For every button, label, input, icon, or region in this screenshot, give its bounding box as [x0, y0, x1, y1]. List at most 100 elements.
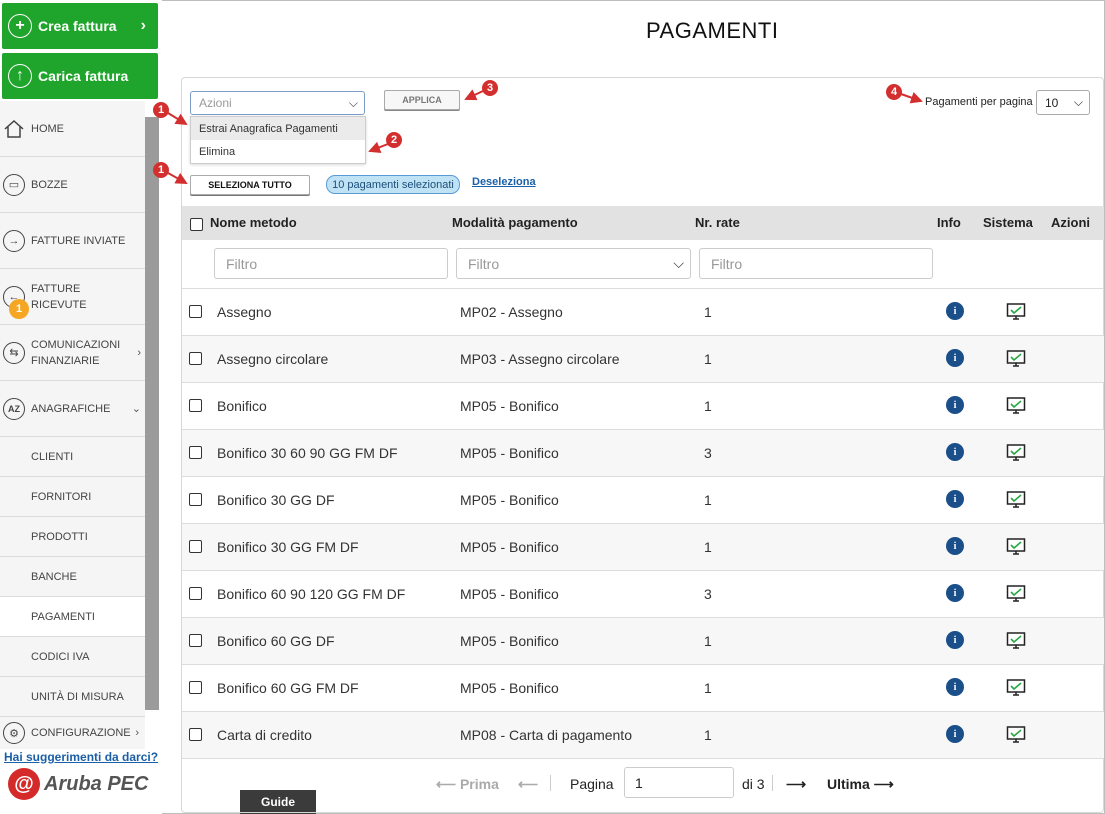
create-invoice-button[interactable]: + Crea fattura › [2, 3, 158, 49]
info-icon[interactable]: i [946, 537, 964, 555]
sidebar-item-label: CONFIGURAZIONE [31, 727, 131, 739]
callout-marker: 3 [482, 80, 498, 96]
name-filter-input[interactable]: Filtro [214, 248, 448, 279]
sidebar-item-drafts[interactable]: ▭ BOZZE [0, 157, 145, 213]
cell-name: Bonifico 60 GG DF [217, 633, 335, 649]
select-all-button[interactable]: SELEZIONA TUTTO [190, 175, 310, 195]
row-checkbox[interactable] [189, 728, 202, 741]
actions-select[interactable]: Azioni ⌵ [190, 91, 365, 115]
sidebar-item-registry[interactable]: AZ ANAGRAFICHE ⌄ [0, 381, 145, 437]
selected-count-badge: 10 pagamenti selezionati [326, 175, 460, 194]
cell-mode: MP08 - Carta di pagamento [460, 727, 632, 743]
sidebar-item-vat-codes[interactable]: CODICI IVA [0, 637, 145, 677]
sidebar-scrollbar[interactable] [145, 117, 159, 710]
per-page-value: 10 [1045, 95, 1059, 110]
table-row[interactable]: Bonifico 60 90 120 GG FM DF MP05 - Bonifi… [182, 571, 1104, 618]
row-checkbox[interactable] [189, 352, 202, 365]
info-icon[interactable]: i [946, 302, 964, 320]
upload-invoice-button[interactable]: ↑ Carica fattura [2, 53, 158, 99]
sidebar-item-label: FORNITORI [31, 490, 92, 503]
cell-mode: MP05 - Bonifico [460, 539, 559, 555]
next-page-button[interactable]: ⟶ [786, 776, 806, 793]
apply-button[interactable]: APPLICA [384, 90, 460, 110]
sidebar-item-home[interactable]: HOME [0, 101, 145, 157]
sidebar-item-sent-invoices[interactable]: → FATTURE INVIATE [0, 213, 145, 269]
page-total: di 3 [742, 776, 765, 792]
row-checkbox[interactable] [189, 587, 202, 600]
row-checkbox[interactable] [189, 305, 202, 318]
mode-filter-value: Filtro [468, 255, 500, 272]
info-icon[interactable]: i [946, 396, 964, 414]
deselect-link[interactable]: Deseleziona [472, 176, 536, 188]
per-page-label: Pagamenti per pagina [925, 96, 1033, 108]
table-row[interactable]: Bonifico 30 GG FM DF MP05 - Bonifico 1 i [182, 524, 1104, 571]
cell-name: Bonifico 30 GG DF [217, 492, 335, 508]
table-row[interactable]: Bonifico 30 GG DF MP05 - Bonifico 1 i [182, 477, 1104, 524]
column-header-name[interactable]: Nome metodo [210, 215, 297, 230]
row-checkbox[interactable] [189, 681, 202, 694]
pager-divider [772, 775, 773, 791]
info-icon[interactable]: i [946, 584, 964, 602]
sidebar-item-label: ANAGRAFICHE [31, 402, 111, 415]
cell-rates: 1 [704, 680, 712, 696]
callout-marker: 1 [153, 162, 169, 178]
last-page-button[interactable]: Ultima ⟶ [827, 776, 894, 793]
cell-name: Bonifico [217, 398, 267, 414]
info-icon[interactable]: i [946, 725, 964, 743]
mode-filter-select[interactable]: Filtro ⌵ [456, 248, 691, 279]
sidebar-item-suppliers[interactable]: FORNITORI [0, 477, 145, 517]
column-header-mode[interactable]: Modalità pagamento [452, 215, 578, 230]
info-icon[interactable]: i [946, 678, 964, 696]
row-checkbox[interactable] [189, 399, 202, 412]
info-icon[interactable]: i [946, 490, 964, 508]
cell-name: Bonifico 30 60 90 GG FM DF [217, 445, 398, 461]
table-row[interactable]: Bonifico 30 60 90 GG FM DF MP05 - Bonific… [182, 430, 1104, 477]
sidebar-item-banks[interactable]: BANCHE [0, 557, 145, 597]
table-row[interactable]: Bonifico 60 GG DF MP05 - Bonifico 1 i [182, 618, 1104, 665]
actions-select-value: Azioni [199, 96, 232, 110]
cell-rates: 1 [704, 727, 712, 743]
table-row[interactable]: Carta di credito MP08 - Carta di pagament… [182, 712, 1104, 759]
info-icon[interactable]: i [946, 631, 964, 649]
info-icon[interactable]: i [946, 349, 964, 367]
table-row[interactable]: Assegno MP02 - Assegno 1 i [182, 289, 1104, 336]
column-header-system: Sistema [983, 215, 1033, 230]
system-monitor-icon [1006, 537, 1026, 557]
per-page-select[interactable]: 10 ⌵ [1036, 90, 1090, 115]
received-invoices-badge: 1 [9, 299, 29, 319]
pagination: ⟵ Prima ⟵ Pagina 1 di 3 ⟶ Ultima ⟶ [182, 758, 1104, 806]
last-page-label: Ultima [827, 776, 870, 792]
dropdown-option-delete[interactable]: Elimina [191, 140, 365, 163]
sidebar-item-products[interactable]: PRODOTTI [0, 517, 145, 557]
dropdown-option-extract[interactable]: Estrai Anagrafica Pagamenti [191, 117, 365, 140]
sidebar-item-label: PRODOTTI [31, 530, 88, 543]
page-number-input[interactable]: 1 [624, 767, 734, 798]
first-page-button[interactable]: ⟵ Prima [436, 776, 499, 793]
table-row[interactable]: Assegno circolare MP03 - Assegno circolar… [182, 336, 1104, 383]
row-checkbox[interactable] [189, 634, 202, 647]
table-row[interactable]: Bonifico 60 GG FM DF MP05 - Bonifico 1 i [182, 665, 1104, 712]
sidebar-item-label: HOME [31, 122, 64, 135]
sidebar-item-payments[interactable]: PAGAMENTI [0, 597, 145, 637]
sidebar-item-configuration[interactable]: ⚙ CONFIGURAZIONE › [0, 717, 145, 749]
sidebar-item-units[interactable]: UNITÀ DI MISURA [0, 677, 145, 717]
table-row[interactable]: Bonifico MP05 - Bonifico 1 i [182, 383, 1104, 430]
row-checkbox[interactable] [189, 446, 202, 459]
sidebar-item-financial-communications[interactable]: ⇆ COMUNICAZIONI FINANZIARIE › [0, 325, 145, 381]
table-header: Nome metodo Modalità pagamento Nr. rate … [182, 206, 1104, 240]
row-checkbox[interactable] [189, 540, 202, 553]
prev-page-button[interactable]: ⟵ [518, 776, 538, 793]
system-monitor-icon [1006, 396, 1026, 416]
info-icon[interactable]: i [946, 443, 964, 461]
row-checkbox[interactable] [189, 493, 202, 506]
cell-mode: MP05 - Bonifico [460, 398, 559, 414]
suggestions-link[interactable]: Hai suggerimenti da darci? [4, 750, 158, 764]
select-all-checkbox[interactable] [190, 218, 203, 231]
sidebar-item-clients[interactable]: CLIENTI [0, 437, 145, 477]
gear-icon: ⚙ [3, 722, 25, 744]
system-monitor-icon [1006, 631, 1026, 651]
rates-filter-input[interactable]: Filtro [699, 248, 933, 279]
sidebar-item-label: FATTURE RICEVUTE [31, 282, 87, 311]
column-header-rates[interactable]: Nr. rate [695, 215, 740, 230]
cell-rates: 1 [704, 398, 712, 414]
